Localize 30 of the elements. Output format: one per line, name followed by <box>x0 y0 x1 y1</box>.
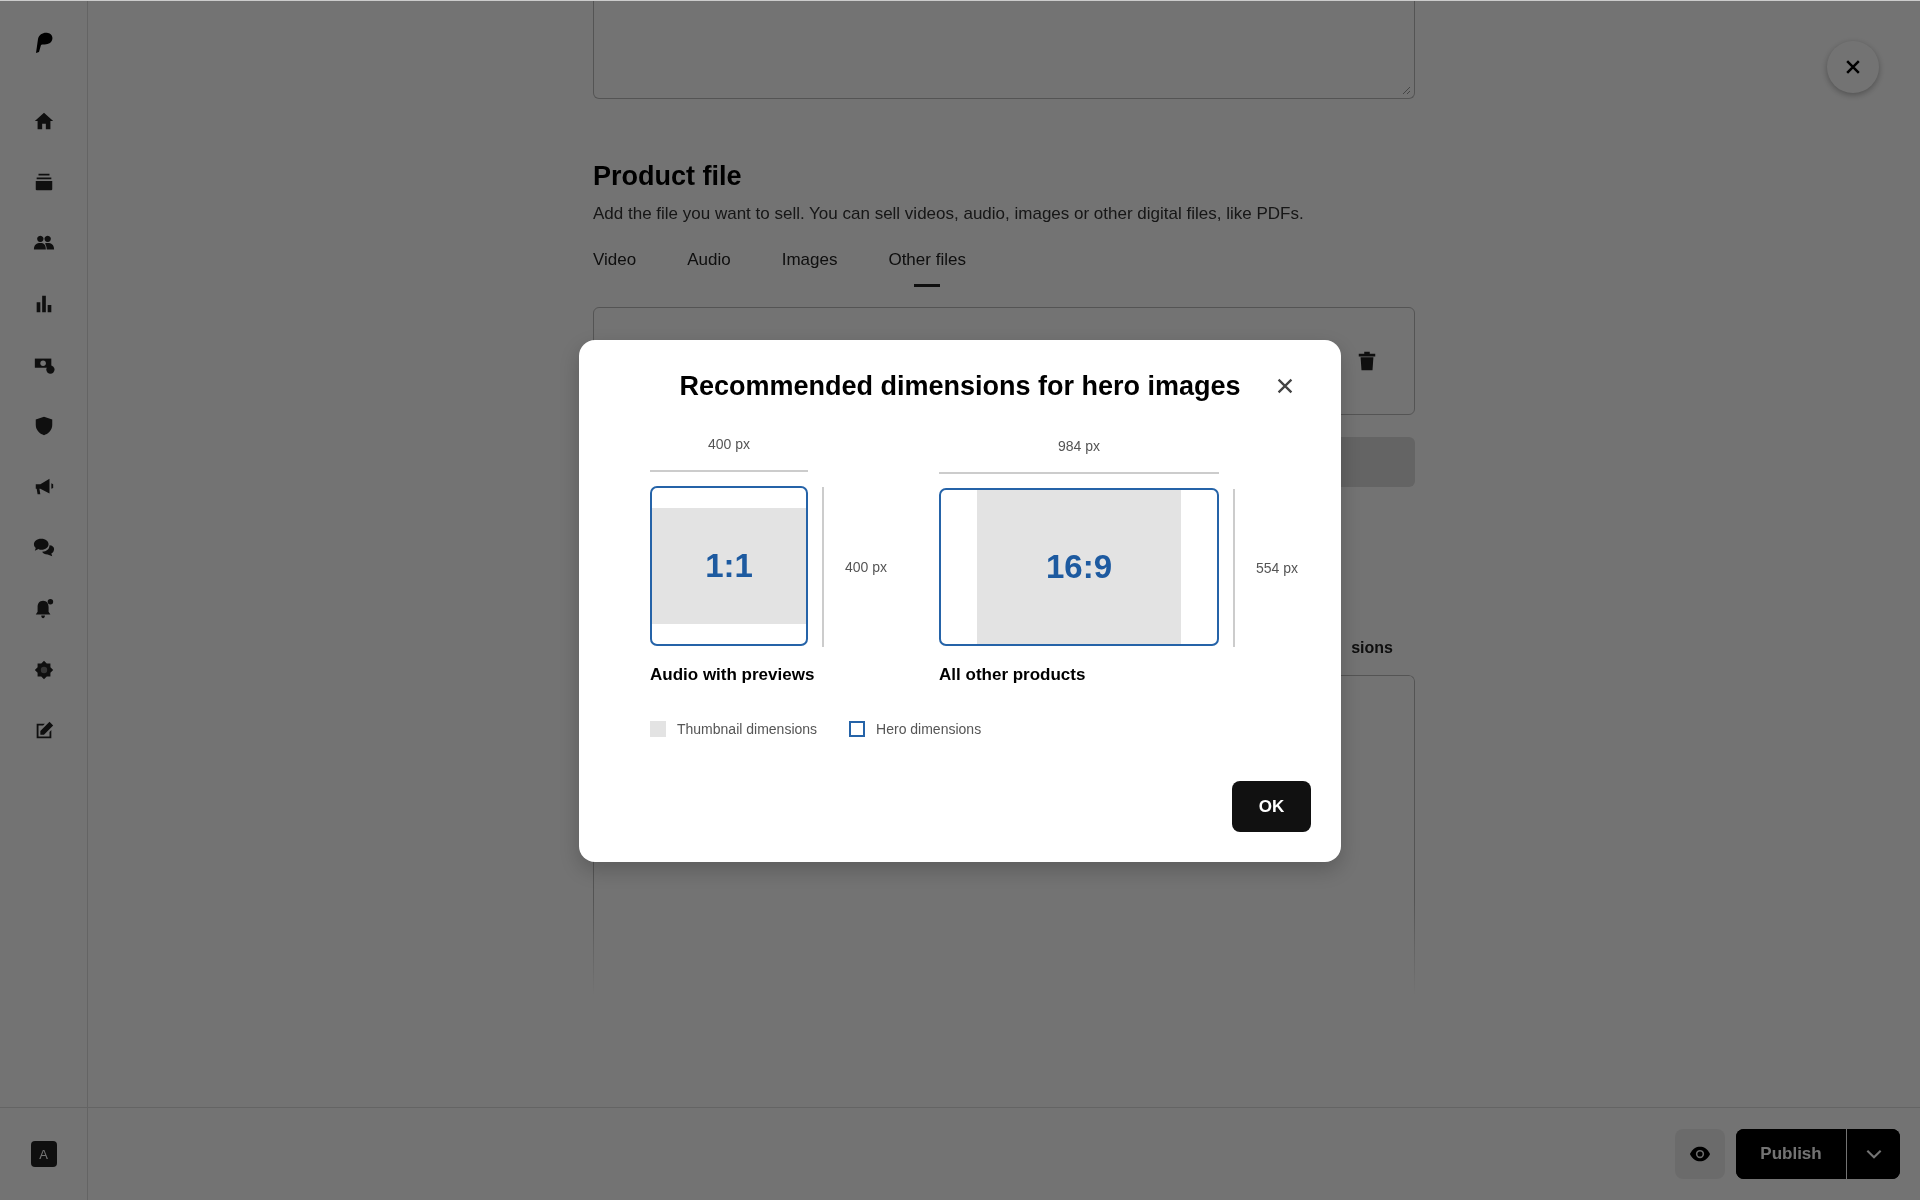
preview-caption: All other products <box>939 664 1086 686</box>
trash-icon[interactable] <box>1356 350 1378 372</box>
preview-caption: Audio with previews <box>650 664 815 686</box>
hero-swatch <box>849 720 866 737</box>
preview-button[interactable] <box>1675 1129 1725 1179</box>
height-label: 400 px <box>845 558 888 575</box>
legend-label: Thumbnail dimensions <box>677 720 818 737</box>
dialog-title: Recommended dimensions for hero images <box>679 370 1241 403</box>
legend-label: Hero dimensions <box>876 720 982 737</box>
file-type-tab[interactable]: Video <box>593 250 637 287</box>
height-label: 554 px <box>1256 559 1299 576</box>
aspect-ratio: 1:1 <box>705 547 753 585</box>
publish-button[interactable]: Publish <box>1736 1129 1847 1179</box>
file-type-tab[interactable]: Images <box>781 250 838 287</box>
avatar[interactable]: A <box>30 1141 57 1167</box>
resize-grip-icon[interactable] <box>1401 85 1411 95</box>
gear-icon[interactable] <box>32 659 55 681</box>
aspect-ratio: 16:9 <box>1046 548 1113 586</box>
width-label: 984 px <box>1058 438 1101 454</box>
width-label: 400 px <box>707 436 750 452</box>
section-title: Product file <box>593 161 743 192</box>
section-description: Add the file you want to sell. You can sell videos, audio, images or other digital files, like PDFs. <box>593 204 1305 224</box>
close-button[interactable] <box>1827 41 1879 93</box>
section-heading: sions <box>1351 639 1393 657</box>
file-type-tab[interactable]: Other files <box>888 250 966 287</box>
ok-button[interactable]: OK <box>1232 781 1311 832</box>
chat-icon[interactable] <box>32 537 55 559</box>
thumbnail-swatch <box>650 720 666 737</box>
file-type-tab[interactable]: Audio <box>687 250 731 287</box>
home-icon[interactable] <box>32 110 55 132</box>
